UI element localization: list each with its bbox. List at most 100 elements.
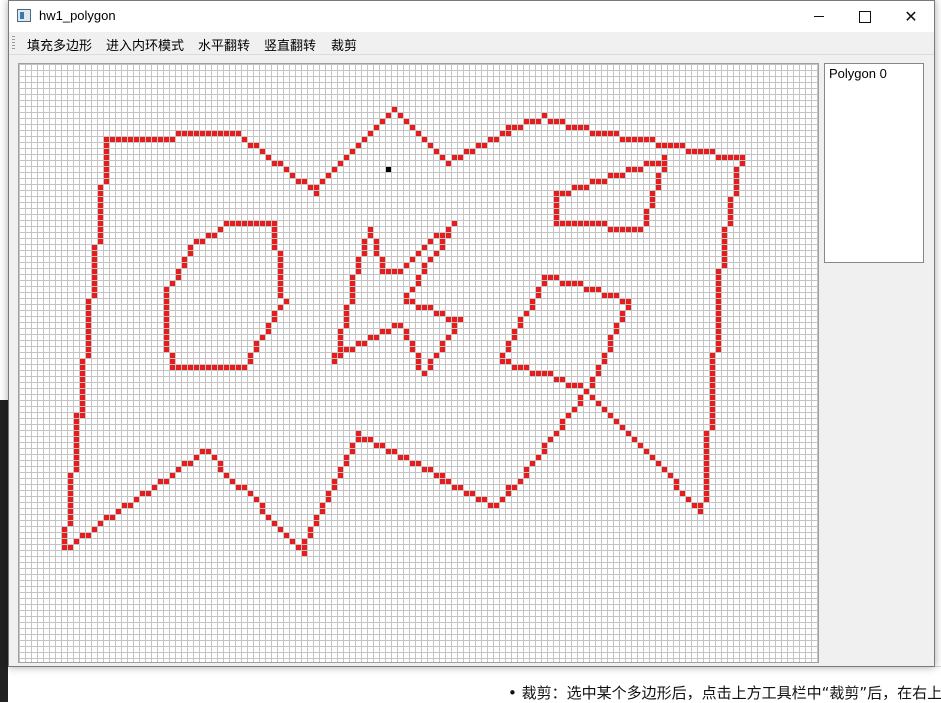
- polygon-pixel: [638, 167, 643, 172]
- polygon-pixel: [722, 233, 727, 238]
- menu-inner-ring-mode[interactable]: 进入内环模式: [106, 35, 184, 54]
- polygon-pixel: [272, 245, 277, 250]
- polygon-pixel: [404, 329, 409, 334]
- polygon-pixel: [104, 515, 109, 520]
- polygon-pixel: [104, 149, 109, 154]
- polygon-pixel: [710, 359, 715, 364]
- polygon-pixel: [596, 287, 601, 292]
- polygon-pixel: [416, 275, 421, 280]
- polygon-pixel: [392, 449, 397, 454]
- polygon-pixel: [224, 221, 229, 226]
- close-button[interactable]: ✕: [888, 1, 934, 32]
- polygon-pixel: [308, 533, 313, 538]
- polygon-pixel: [536, 287, 541, 292]
- polygon-pixel: [632, 227, 637, 232]
- polygon-pixel: [212, 233, 217, 238]
- polygon-pixel: [422, 137, 427, 142]
- polygon-pixel: [404, 299, 409, 304]
- menu-fill-polygon[interactable]: 填充多边形: [27, 35, 92, 54]
- polygon-pixel: [338, 353, 343, 358]
- polygon-pixel: [278, 305, 283, 310]
- polygon-pixel: [530, 305, 535, 310]
- polygon-pixel: [92, 257, 97, 262]
- polygon-pixel: [368, 335, 373, 340]
- minimize-button[interactable]: [796, 1, 842, 32]
- polygon-pixel: [626, 305, 631, 310]
- polygon-pixel: [284, 167, 289, 172]
- menu-flip-horizontal[interactable]: 水平翻转: [198, 35, 250, 54]
- polygon-pixel: [392, 107, 397, 112]
- polygon-pixel: [74, 437, 79, 442]
- polygon-pixel: [92, 527, 97, 532]
- polygon-pixel: [68, 485, 73, 490]
- polygon-pixel: [710, 395, 715, 400]
- polygon-pixel: [170, 359, 175, 364]
- polygon-pixel: [734, 179, 739, 184]
- polygon-pixel: [578, 383, 583, 388]
- polygon-pixel: [206, 365, 211, 370]
- polygon-pixel: [86, 329, 91, 334]
- polygon-pixel: [104, 173, 109, 178]
- polygon-pixel: [584, 389, 589, 394]
- polygon-pixel: [602, 359, 607, 364]
- polygon-pixel: [626, 227, 631, 232]
- polygon-pixel: [182, 365, 187, 370]
- drawing-canvas[interactable]: [18, 63, 819, 663]
- polygon-pixel: [500, 131, 505, 136]
- polygon-pixel: [68, 503, 73, 508]
- polygon-pixel: [728, 197, 733, 202]
- polygon-pixel: [164, 137, 169, 142]
- menu-flip-vertical[interactable]: 竖直翻转: [264, 35, 316, 54]
- menu-clip[interactable]: 裁剪: [331, 35, 357, 54]
- polygon-pixel: [596, 401, 601, 406]
- polygon-pixel: [452, 155, 457, 160]
- polygon-list[interactable]: Polygon 0: [824, 63, 924, 263]
- polygon-pixel: [716, 299, 721, 304]
- polygon-pixel: [362, 137, 367, 142]
- polygon-pixel: [548, 275, 553, 280]
- polygon-pixel: [368, 233, 373, 238]
- polygon-pixel: [620, 425, 625, 430]
- polygon-pixel: [668, 473, 673, 478]
- polygon-pixel: [710, 149, 715, 154]
- polygon-pixel: [416, 353, 421, 358]
- polygon-pixel: [422, 245, 427, 250]
- polygon-pixel: [128, 137, 133, 142]
- polygon-pixel: [434, 251, 439, 256]
- polygon-pixel: [356, 341, 361, 346]
- polygon-pixel: [152, 137, 157, 142]
- polygon-pixel: [386, 449, 391, 454]
- polygon-pixel: [260, 509, 265, 514]
- polygon-pixel: [614, 131, 619, 136]
- polygon-pixel: [164, 347, 169, 352]
- polygon-pixel: [272, 239, 277, 244]
- title-bar[interactable]: hw1_polygon ✕: [9, 1, 934, 32]
- polygon-pixel: [578, 281, 583, 286]
- polygon-pixel: [344, 323, 349, 328]
- polygon-pixel: [584, 221, 589, 226]
- polygon-pixel: [164, 287, 169, 292]
- polygon-pixel: [440, 473, 445, 478]
- polygon-pixel: [92, 269, 97, 274]
- polygon-pixel: [272, 227, 277, 232]
- polygon-pixel: [212, 131, 217, 136]
- polygon-pixel: [86, 347, 91, 352]
- maximize-button[interactable]: [842, 1, 888, 32]
- polygon-pixel: [338, 473, 343, 478]
- polygon-pixel: [272, 221, 277, 226]
- polygon-pixel: [86, 311, 91, 316]
- polygon-pixel: [338, 341, 343, 346]
- polygon-pixel: [86, 533, 91, 538]
- polygon-pixel: [614, 173, 619, 178]
- polygon-pixel: [116, 509, 121, 514]
- polygon-pixel: [194, 239, 199, 244]
- polygon-pixel: [710, 425, 715, 430]
- polygon-pixel: [212, 455, 217, 460]
- polygon-pixel: [656, 173, 661, 178]
- polygon-list-item[interactable]: Polygon 0: [825, 64, 923, 81]
- toolbar-grip[interactable]: [12, 36, 15, 50]
- polygon-pixel: [446, 479, 451, 484]
- polygon-pixel: [62, 545, 67, 550]
- polygon-pixel: [452, 221, 457, 226]
- polygon-pixel: [86, 317, 91, 322]
